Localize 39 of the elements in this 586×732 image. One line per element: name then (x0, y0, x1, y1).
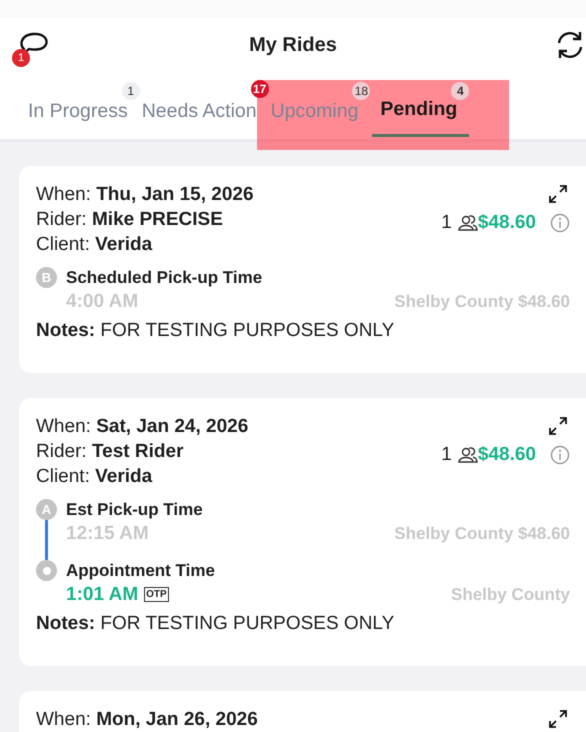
fare-amount: $48.60 (478, 212, 536, 234)
client-name: Client: Verida (36, 465, 154, 489)
ride-date: When: Sat, Jan 24, 2026 (36, 415, 248, 439)
ride-notes: Notes: FOR TESTING PURPOSES ONLY (36, 612, 396, 636)
stop-label: Scheduled Pick-up Time (66, 267, 262, 289)
expand-icon[interactable] (546, 414, 570, 438)
ride-date: When: Thu, Jan 15, 2026 (36, 183, 254, 207)
count-badge: 17 (250, 80, 269, 98)
tab[interactable]: Needs Action 17 (142, 78, 269, 137)
tab[interactable]: In Progress 1 (28, 78, 140, 137)
stop-marker: B (36, 267, 57, 288)
tab[interactable]: Pending 4 (372, 78, 470, 137)
count-badge: 18 (352, 82, 370, 100)
count-badge: 1 (122, 82, 140, 100)
expand-icon[interactable] (546, 182, 570, 206)
tab[interactable]: Upcoming 18 (270, 78, 370, 137)
people-icon (458, 446, 478, 464)
stop-marker (36, 560, 57, 581)
rider-name: Rider: Test Rider (36, 440, 184, 464)
rider-name: Rider: Mike PRECISE (36, 208, 224, 232)
people-icon (458, 214, 478, 232)
page-title: My Rides (249, 34, 337, 56)
route-line (45, 520, 48, 560)
expand-icon[interactable] (546, 707, 570, 731)
count-badge: 4 (451, 82, 470, 100)
passenger-count: 1 (441, 212, 452, 234)
ride-notes: Notes: FOR TESTING PURPOSES ONLY (36, 319, 396, 343)
stop-label: Est Pick-up Time (66, 499, 203, 521)
stop-label: Appointment Time (66, 560, 215, 582)
otp-tag: OTP (144, 587, 169, 602)
passenger-count: 1 (441, 444, 452, 466)
info-icon[interactable] (550, 445, 570, 465)
ride-date: When: Mon, Jan 26, 2026 (36, 708, 258, 732)
fare-amount: $48.60 (478, 444, 536, 466)
stop-marker: A (36, 499, 57, 520)
stop-time: 1:01 AM (66, 583, 138, 607)
client-name: Client: Verida (36, 233, 154, 257)
info-icon[interactable] (550, 213, 570, 233)
notification-badge: 1 (12, 49, 30, 67)
